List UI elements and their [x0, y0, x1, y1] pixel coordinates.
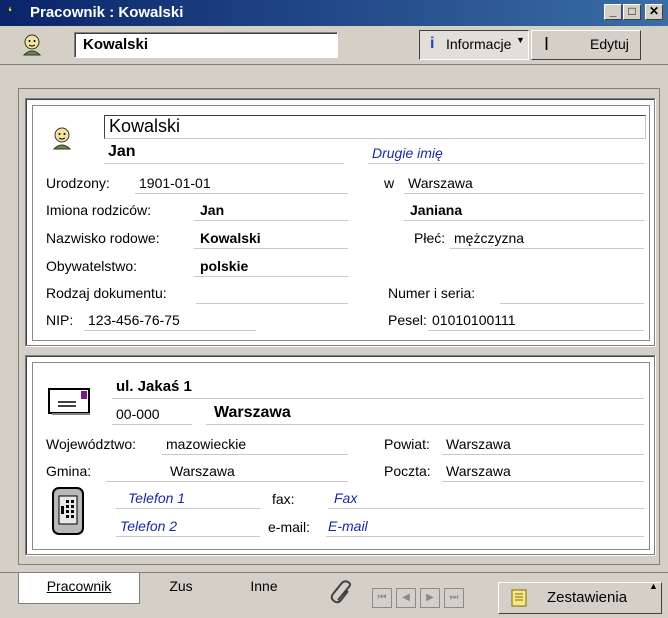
- surname-value: Kowalski: [109, 116, 181, 136]
- maiden-name-label: Nazwisko rodowe:: [46, 230, 160, 246]
- document-type-field[interactable]: [196, 283, 348, 304]
- parents-label: Imiona rodziców:: [46, 202, 152, 218]
- document-type-label: Rodzaj dokumentu:: [46, 285, 167, 301]
- first-name-field[interactable]: Jan: [104, 143, 344, 164]
- minimize-button[interactable]: _: [604, 4, 622, 20]
- fax-field[interactable]: Fax: [328, 490, 644, 509]
- maximize-button[interactable]: □: [623, 4, 641, 20]
- commune-value: Warszawa: [170, 463, 235, 479]
- nip-value: 123-456-76-75: [88, 312, 180, 328]
- phone-icon: [52, 487, 84, 535]
- first-name-value: Jan: [108, 143, 136, 160]
- info-button[interactable]: i Informacje ▼: [419, 30, 529, 60]
- birth-date-field[interactable]: 1901-01-01: [135, 173, 348, 194]
- voivodeship-value: mazowieckie: [166, 436, 247, 452]
- text-cursor-icon: I: [544, 34, 550, 54]
- second-name-placeholder: Drugie imię: [372, 145, 443, 161]
- phone2-field[interactable]: Telefon 2: [116, 518, 260, 537]
- phone1-field[interactable]: Telefon 1: [116, 490, 260, 509]
- maiden-name-value: Kowalski: [200, 230, 261, 246]
- sex-label: Płeć:: [414, 230, 446, 246]
- close-button[interactable]: ✕: [645, 4, 663, 20]
- chevron-down-icon: ▼: [516, 35, 525, 45]
- nav-prev-button[interactable]: ◀: [396, 588, 416, 608]
- document-number-label: Numer i seria:: [388, 285, 476, 301]
- tab-pracownik[interactable]: Pracownik: [18, 573, 140, 604]
- envelope-icon: [48, 388, 90, 415]
- voivodeship-field[interactable]: mazowieckie: [162, 434, 348, 455]
- postcode-value: 00-000: [116, 406, 160, 422]
- person-panel-inner: [32, 105, 650, 341]
- voivodeship-label: Województwo:: [46, 436, 137, 452]
- birth-place-value: Warszawa: [408, 175, 473, 191]
- post-office-field[interactable]: Warszawa: [442, 461, 644, 482]
- father-name-value: Jan: [200, 202, 225, 218]
- nip-field[interactable]: 123-456-76-75: [84, 310, 256, 331]
- post-office-label: Poczta:: [384, 463, 431, 479]
- born-label: Urodzony:: [46, 175, 110, 191]
- father-name-field[interactable]: Jan: [194, 200, 348, 221]
- city-field[interactable]: Warszawa: [206, 404, 644, 425]
- title-bar[interactable]: ❛ Pracownik : Kowalski _ □ ✕: [0, 0, 668, 26]
- nav-last-button[interactable]: ⏭: [444, 588, 464, 608]
- sex-value: mężczyzna: [454, 230, 525, 246]
- employee-name-field[interactable]: Kowalski: [74, 32, 338, 58]
- nip-label: NIP:: [46, 312, 74, 328]
- citizenship-field[interactable]: polskie: [194, 256, 348, 277]
- reports-button[interactable]: Zestawienia ▲: [498, 581, 662, 614]
- fax-placeholder: Fax: [334, 490, 358, 506]
- tab-inne[interactable]: Inne: [224, 573, 304, 599]
- sex-field[interactable]: mężczyzna: [450, 228, 644, 249]
- edit-button-label: Edytuj: [590, 36, 629, 52]
- employee-name-value: Kowalski: [83, 36, 149, 53]
- maiden-name-field[interactable]: Kowalski: [194, 228, 348, 249]
- tab-pracownik-label: Pracownik: [46, 578, 112, 594]
- citizenship-label: Obywatelstwo:: [46, 258, 138, 274]
- mother-name-value: Janiana: [410, 202, 463, 218]
- street-value: ul. Jakaś 1: [116, 378, 192, 395]
- postcode-field[interactable]: 00-000: [112, 404, 192, 425]
- mother-name-field[interactable]: Janiana: [404, 200, 644, 221]
- surname-field[interactable]: Kowalski: [104, 115, 646, 139]
- email-placeholder: E-mail: [328, 518, 368, 534]
- fax-label: fax:: [272, 491, 295, 507]
- born-in-label: w: [384, 175, 395, 191]
- birth-date-value: 1901-01-01: [139, 175, 211, 191]
- county-field[interactable]: Warszawa: [442, 434, 644, 455]
- chevron-up-icon: ▲: [649, 581, 658, 591]
- county-label: Powiat:: [384, 436, 430, 452]
- document-number-field[interactable]: [500, 283, 644, 304]
- tab-zus[interactable]: Zus: [146, 573, 216, 599]
- citizenship-value: polskie: [200, 258, 249, 274]
- email-field[interactable]: E-mail: [326, 518, 644, 537]
- street-field[interactable]: ul. Jakaś 1: [112, 378, 644, 399]
- info-button-label: Informacje: [446, 36, 512, 52]
- info-icon: i: [430, 35, 435, 52]
- post-office-value: Warszawa: [446, 463, 511, 479]
- phone2-placeholder: Telefon 2: [120, 518, 178, 534]
- window-title: Pracownik : Kowalski: [30, 4, 184, 21]
- birth-place-field[interactable]: Warszawa: [404, 173, 644, 194]
- app-icon: ❛: [8, 5, 12, 19]
- county-value: Warszawa: [446, 436, 511, 452]
- phone1-placeholder: Telefon 1: [128, 490, 186, 506]
- edit-button[interactable]: I Edytuj: [531, 30, 641, 60]
- commune-label: Gmina:: [46, 463, 92, 479]
- person-icon: [22, 34, 42, 56]
- second-name-field[interactable]: Drugie imię: [368, 145, 644, 164]
- paperclip-icon[interactable]: [330, 580, 354, 606]
- nav-first-button[interactable]: ⏮: [372, 588, 392, 608]
- person-icon: [52, 127, 72, 150]
- report-icon: [511, 589, 527, 607]
- pesel-label: Pesel:: [388, 312, 427, 328]
- nav-next-button[interactable]: ▶: [420, 588, 440, 608]
- reports-label: Zestawienia: [547, 589, 628, 606]
- commune-field[interactable]: Warszawa: [106, 461, 348, 482]
- tab-inne-label: Inne: [250, 578, 278, 594]
- tab-zus-label: Zus: [169, 578, 193, 594]
- email-label: e-mail:: [268, 519, 311, 535]
- pesel-field[interactable]: 01010100111: [428, 310, 644, 331]
- city-value: Warszawa: [214, 404, 291, 421]
- pesel-value: 01010100111: [432, 312, 516, 328]
